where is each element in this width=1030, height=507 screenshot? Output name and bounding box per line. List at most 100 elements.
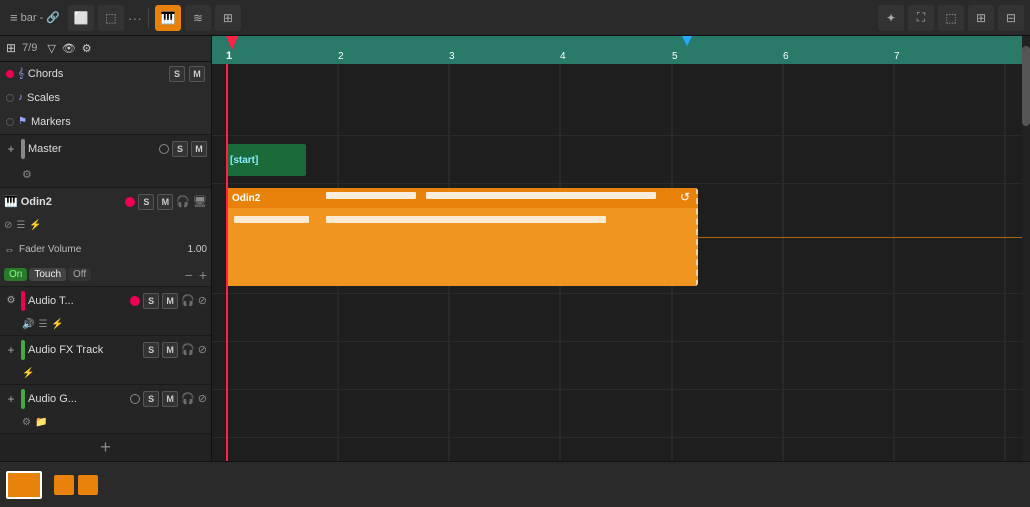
odin2-m-btn[interactable]: M xyxy=(157,194,173,210)
fit-btn[interactable]: ⬚ xyxy=(938,5,964,31)
audiogroup-headphone-icon[interactable]: 🎧 xyxy=(181,392,195,405)
view-btn-1[interactable]: ⬜ xyxy=(68,5,94,31)
audiofx-lane xyxy=(212,342,1022,390)
add-track-btn[interactable]: + xyxy=(0,434,211,461)
audio-s-btn[interactable]: S xyxy=(143,293,159,309)
meta-tracks-group: 𝄞 Chords S M ♪ Scales ⚑ Markers xyxy=(0,62,211,135)
audiofx-phase-icon[interactable]: ⊘ xyxy=(198,343,207,356)
audiofx-s-btn[interactable]: S xyxy=(143,342,159,358)
master-m-btn[interactable]: M xyxy=(191,141,207,157)
odin2-instrument-icon: 🎹 xyxy=(4,195,18,208)
audio-lane xyxy=(212,294,1022,342)
view-btn-2[interactable]: ⬚ xyxy=(98,5,124,31)
audiofx-color-bar xyxy=(21,340,25,360)
bar-icon: ≡ xyxy=(10,10,18,25)
odin2-sub-icons: ⊘ ☰ ⚡ xyxy=(0,216,211,236)
eye-icon[interactable]: 👁 xyxy=(62,42,76,55)
filter-icon[interactable]: ▽ xyxy=(47,42,55,55)
audio-track-name: Audio T... xyxy=(28,295,127,307)
plus-btn[interactable]: + xyxy=(199,267,207,283)
mini-clip-1[interactable] xyxy=(54,475,74,495)
piano-icon: 𝄞 xyxy=(18,68,24,79)
scales-name: Scales xyxy=(27,92,205,104)
audiogroup-add-btn[interactable]: + xyxy=(4,392,18,406)
expand-btn[interactable]: ⛶ xyxy=(908,5,934,31)
audiogroup-m-btn[interactable]: M xyxy=(162,391,178,407)
audiogroup-folder-icon: 📁 xyxy=(35,417,47,428)
chords-s-btn[interactable]: S xyxy=(169,66,185,82)
audiogroup-track-main: + Audio G... S M 🎧 ⊘ xyxy=(0,385,211,413)
master-record-dot[interactable] xyxy=(159,144,169,154)
audio-add-btn[interactable]: ⚙ xyxy=(4,294,18,308)
audiogroup-track-name: Audio G... xyxy=(28,393,127,405)
scales-icon: ♪ xyxy=(18,92,23,103)
grid-btn[interactable]: ⊞ xyxy=(215,5,241,31)
scales-track-row: ♪ Scales xyxy=(0,86,211,110)
master-gear-icon: ⚙ xyxy=(22,168,32,181)
audiogroup-phase-icon[interactable]: ⊘ xyxy=(198,392,207,405)
chords-m-btn[interactable]: M xyxy=(189,66,205,82)
fader-label: Fader Volume xyxy=(19,244,173,255)
on-btn[interactable]: On xyxy=(4,268,27,281)
mini-clip-2[interactable] xyxy=(78,475,98,495)
master-s-btn[interactable]: S xyxy=(172,141,188,157)
touch-btn-ctrl[interactable]: Touch xyxy=(29,268,66,281)
start-clip-label: [start] xyxy=(230,155,258,166)
audiofx-fx-icon: ⚡ xyxy=(22,368,34,379)
odin2-clip-body xyxy=(226,208,698,286)
audiogroup-s-btn[interactable]: S xyxy=(143,391,159,407)
odin2-monitor-icon[interactable]: 🖥 xyxy=(193,195,207,208)
odin2-s-btn[interactable]: S xyxy=(138,194,154,210)
start-clip[interactable]: [start] xyxy=(226,144,306,176)
audio-track-main: ⚙ Audio T... S M 🎧 ⊘ xyxy=(0,287,211,315)
audiogroup-record-dot[interactable] xyxy=(130,394,140,404)
audio-record-dot[interactable] xyxy=(130,296,140,306)
audiofx-add-btn[interactable]: + xyxy=(4,343,18,357)
ruler-5: 5 xyxy=(672,51,678,62)
link-icon: 🔗 xyxy=(46,11,60,24)
chords-color-dot xyxy=(6,70,14,78)
master-lane: [start] xyxy=(212,136,1022,184)
settings-icon[interactable]: ⚙ xyxy=(82,42,92,55)
layout-btn-2[interactable]: ⊟ xyxy=(998,5,1024,31)
audio-list-icon: ☰ xyxy=(38,319,47,330)
audiofx-headphone-icon[interactable]: 🎧 xyxy=(181,343,195,356)
ruler-7: 7 xyxy=(894,51,900,62)
odin2-clip[interactable]: Odin2 ↺ xyxy=(226,188,698,286)
meta-lane xyxy=(212,64,1022,136)
toolbar-right: ✦ ⛶ ⬚ ⊞ ⊟ xyxy=(878,5,1024,31)
minus-btn[interactable]: − xyxy=(185,267,193,283)
audiofx-track-main: + Audio FX Track S M 🎧 ⊘ xyxy=(0,336,211,364)
sparkle-btn[interactable]: ✦ xyxy=(878,5,904,31)
ruler-3: 3 xyxy=(449,51,455,62)
wave-btn[interactable]: ≋ xyxy=(185,5,211,31)
markers-name: Markers xyxy=(31,116,205,128)
ruler-6: 6 xyxy=(783,51,789,62)
piano-roll-btn[interactable]: 🎹 xyxy=(155,5,181,31)
audio-headphone-icon[interactable]: 🎧 xyxy=(181,294,195,307)
audio-phase-icon[interactable]: ⊘ xyxy=(198,294,207,307)
audiofx-track-name: Audio FX Track xyxy=(28,344,140,356)
odin2-record-dot[interactable] xyxy=(125,197,135,207)
odin2-extend-line xyxy=(698,237,1022,238)
scrollbar-thumb[interactable] xyxy=(1022,46,1030,126)
odin2-lane: Odin2 ↺ xyxy=(212,184,1022,294)
layout-btn-1[interactable]: ⊞ xyxy=(968,5,994,31)
more-dots[interactable]: ··· xyxy=(128,10,142,26)
timeline-ruler[interactable]: 1 2 3 4 5 6 7 xyxy=(212,36,1022,64)
audiofx-m-btn[interactable]: M xyxy=(162,342,178,358)
scales-dot xyxy=(6,94,14,102)
audio-m-btn[interactable]: M xyxy=(162,293,178,309)
vertical-scrollbar[interactable] xyxy=(1022,36,1030,461)
title-bar: ≡ bar - 🔗 xyxy=(6,8,64,27)
ruler-4: 4 xyxy=(560,51,566,62)
fader-icon: ⇔ xyxy=(4,244,15,256)
arrange-tracks-area: [start] Odin2 ↺ xyxy=(212,64,1022,461)
odin2-headphone-icon[interactable]: 🎧 xyxy=(176,195,190,208)
off-btn[interactable]: Off xyxy=(68,268,91,281)
track-count: 7/9 xyxy=(22,42,37,54)
audiogroup-color-bar xyxy=(21,389,25,409)
master-track-row: + Master S M ⚙ xyxy=(0,135,211,188)
mini-clip-selected[interactable] xyxy=(6,471,42,499)
master-add-btn[interactable]: + xyxy=(4,142,18,156)
